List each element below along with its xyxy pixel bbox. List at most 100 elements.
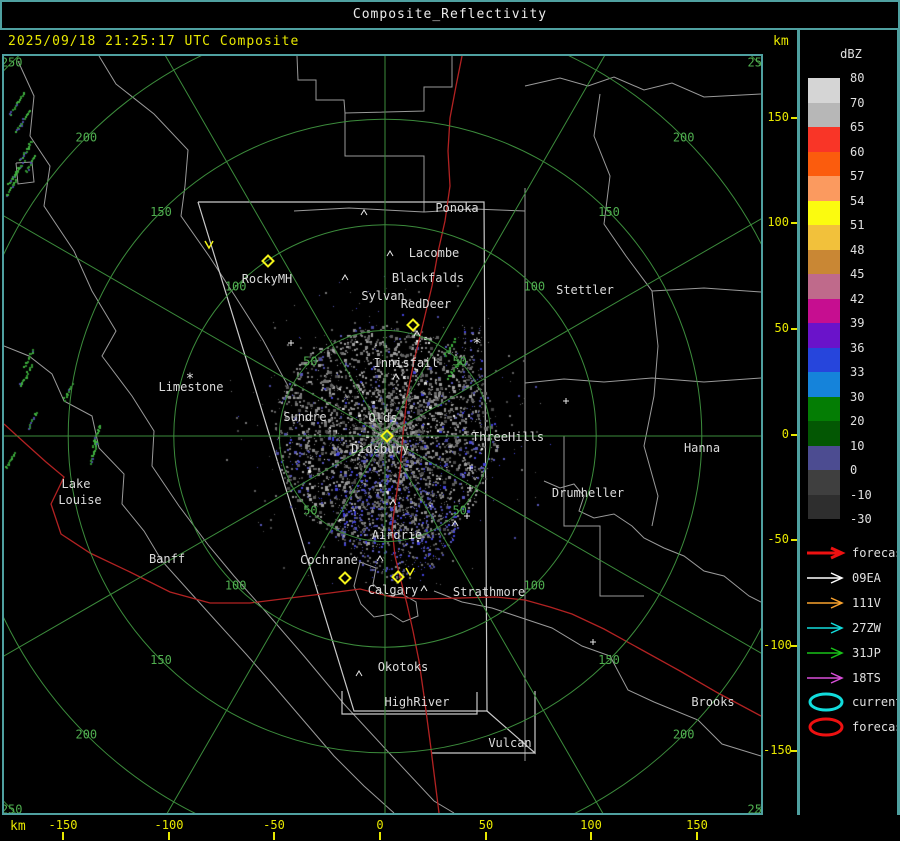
legend-arrow-icon	[805, 595, 849, 615]
legend-label: 27ZW	[852, 621, 881, 635]
colorbar-label: 39	[850, 316, 865, 330]
colorbar-swatch	[808, 323, 840, 348]
city-label: Airdrie	[372, 528, 423, 542]
ring-distance-label: 150	[598, 653, 620, 667]
ring-distance-label: 250	[748, 802, 761, 813]
colorbar-swatch	[808, 421, 840, 446]
city-label: Lacombe	[409, 246, 460, 260]
caret-marker	[360, 209, 368, 216]
bottom-axis-tick	[696, 832, 698, 840]
city-label: RockyMH	[242, 272, 293, 286]
colorbar-title: dBZ	[840, 47, 862, 61]
colorbar-label: 20	[850, 414, 865, 428]
city-label: Louise	[58, 493, 101, 507]
bottom-axis-tick	[273, 832, 275, 840]
colorbar-label: 0	[850, 463, 858, 477]
colorbar-label: 80	[850, 71, 865, 85]
right-axis-label: 50	[774, 321, 789, 335]
legend-label: forecast	[852, 720, 900, 734]
caret-marker	[341, 274, 349, 281]
right-axis-label: -50	[767, 532, 789, 546]
bottom-axis-tick	[590, 832, 592, 840]
radar-app-window: Composite_Reflectivity 2025/09/18 21:25:…	[0, 0, 900, 841]
city-label: RedDeer	[401, 297, 452, 311]
bottom-axis-tick	[62, 832, 64, 840]
colorbar-label: 42	[850, 291, 865, 306]
legend-arrow-icon	[805, 545, 849, 565]
bottom-axis-label: 50	[478, 818, 494, 832]
ring-distance-label: 200	[75, 130, 97, 144]
colorbar-label: -30	[850, 512, 872, 526]
ring-distance-label: 150	[598, 205, 620, 219]
radar-site-diamond-marker	[391, 570, 405, 584]
legend-arrow-icon	[805, 570, 849, 590]
city-label: Calgary	[368, 583, 419, 597]
radar-map-viewport[interactable]: 50 50 50 50 100 100 100 100 150 150 150 150 200 200 20…	[2, 54, 763, 815]
caret-marker	[451, 520, 459, 527]
colorbar-swatch	[808, 225, 840, 250]
colorbar-label: 10	[850, 438, 865, 453]
window-title: Composite_Reflectivity	[352, 7, 548, 22]
city-label: Banff	[149, 552, 185, 566]
right-axis-unit-label: km	[773, 34, 789, 49]
ring-distance-label: 50	[452, 354, 466, 368]
caret-marker	[376, 555, 384, 562]
legend-arrow-icon	[805, 620, 849, 640]
bottom-axis-unit-label: km	[10, 819, 26, 834]
legend-arrow-icon	[805, 670, 849, 690]
colorbar-label: 30	[850, 389, 865, 404]
colorbar-label: 65	[850, 120, 865, 134]
colorbar-swatch	[808, 470, 840, 495]
bottom-axis-label: -150	[48, 818, 78, 832]
ring-distance-label: 100	[225, 578, 247, 592]
radar-site-diamond-marker	[338, 571, 352, 585]
ring-distance-label: 200	[673, 728, 695, 742]
city-label: Stettler	[556, 283, 614, 297]
colorbar-swatch	[808, 494, 840, 519]
caret-marker	[355, 670, 363, 677]
city-label: Sylvan	[361, 289, 404, 303]
bottom-axis-label: 100	[580, 818, 602, 832]
city-label: HighRiver	[384, 695, 449, 709]
bottom-axis-label: 150	[686, 818, 708, 832]
legend-label: 111V	[852, 596, 881, 610]
asterisk-marker: *	[186, 371, 194, 387]
title-bar: Composite_Reflectivity	[0, 0, 900, 30]
colorbar-label: 70	[850, 95, 865, 110]
colorbar-label: 33	[850, 365, 865, 379]
ring-distance-label: 150	[150, 653, 172, 667]
ring-distance-label: 150	[150, 205, 172, 219]
legend-label: forecast	[852, 546, 900, 560]
ring-distance-label: 100	[523, 578, 545, 592]
colorbar-swatch	[808, 176, 840, 201]
highway-line	[4, 423, 393, 604]
legend-arrow-icon	[805, 645, 849, 665]
city-label: Okotoks	[378, 660, 429, 674]
right-axis: 150 100 50 0 -50 -100 -150	[763, 54, 798, 815]
ring-distance-label: 200	[75, 728, 97, 742]
city-label: Hanna	[684, 441, 720, 455]
city-label: Innisfail	[373, 356, 438, 370]
colorbar-swatch	[808, 151, 840, 176]
right-axis-label: -100	[763, 638, 792, 652]
city-label: Brooks	[691, 695, 734, 709]
legend-ellipse-icon	[805, 691, 849, 717]
legend-label: current	[852, 695, 900, 709]
city-label: Blackfalds	[392, 271, 464, 285]
bottom-axis-label: -50	[263, 818, 285, 832]
radar-site-diamond-marker	[406, 318, 420, 332]
colorbar-label: 51	[850, 218, 865, 232]
city-label: Olds	[369, 411, 398, 425]
caret-marker	[392, 373, 400, 380]
v-marker	[405, 567, 415, 577]
v-marker	[204, 240, 214, 250]
bottom-axis: km -150 -100 -50 0 50 100 150	[0, 815, 900, 841]
colorbar-label: 60	[850, 144, 865, 159]
colorbar-swatch	[808, 127, 840, 152]
legend-label: 31JP	[852, 646, 881, 660]
colorbar-swatch	[808, 347, 840, 372]
colorbar-label: 45	[850, 267, 865, 281]
asterisk-marker: *	[473, 336, 481, 352]
city-label: Sundre	[283, 410, 326, 424]
city-label: Lake	[62, 477, 91, 491]
